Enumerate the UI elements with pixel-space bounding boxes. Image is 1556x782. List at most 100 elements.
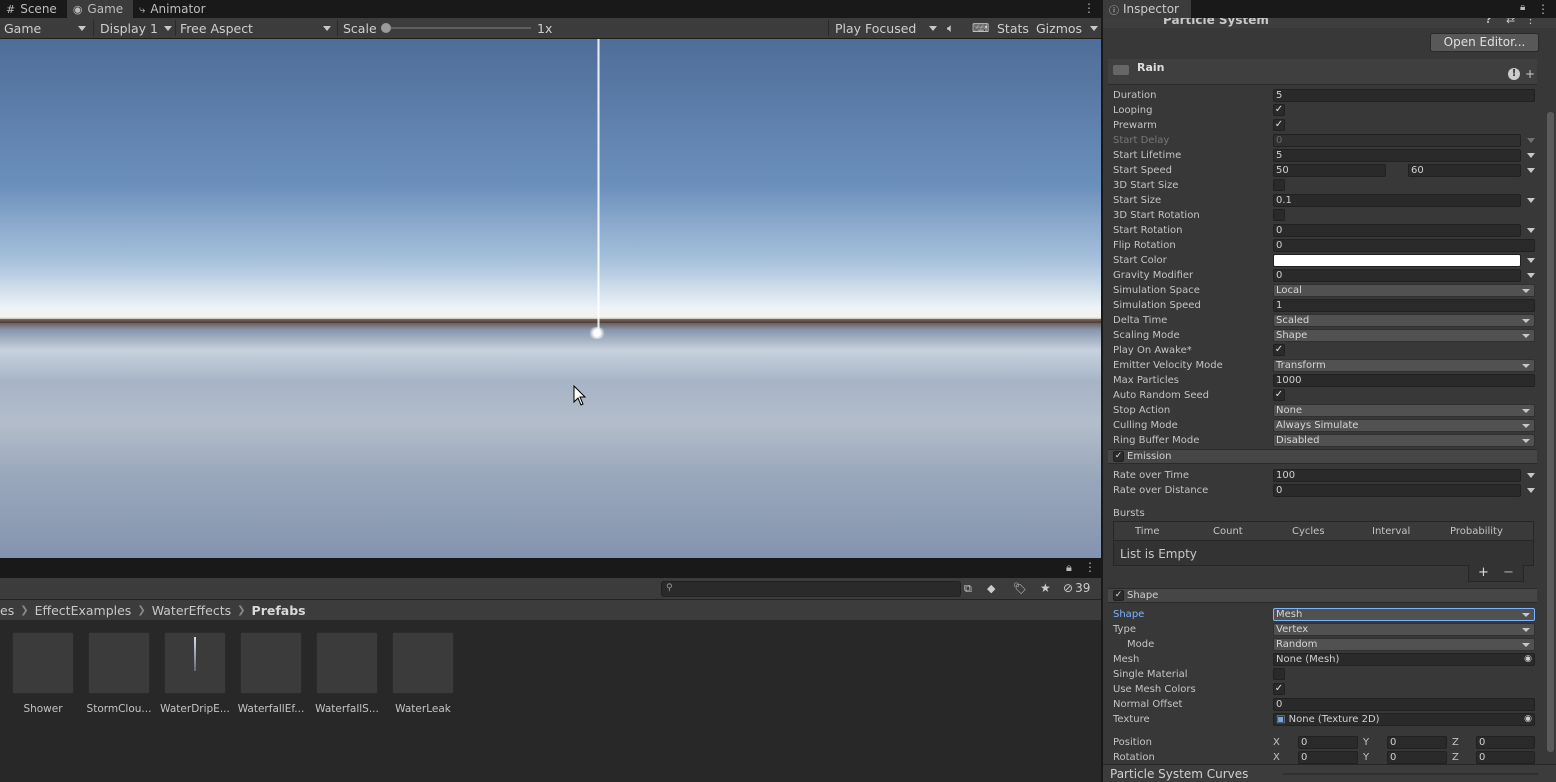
simulation-speed-field[interactable]: 1 — [1273, 299, 1535, 312]
looping-checkbox[interactable]: ✓ — [1273, 104, 1285, 116]
curve-mode-dropdown-icon[interactable] — [1527, 138, 1535, 143]
prewarm-checkbox[interactable]: ✓ — [1273, 119, 1285, 131]
position-z-field[interactable]: 0 — [1476, 736, 1535, 749]
emitter-velocity-mode-dropdown[interactable]: Transform — [1273, 359, 1535, 372]
color-mode-dropdown-icon[interactable] — [1527, 258, 1535, 263]
curve-mode-dropdown-icon[interactable] — [1527, 168, 1535, 173]
search-by-type-icon[interactable]: ⧉ — [964, 582, 972, 596]
play-on-awake-checkbox[interactable]: ✓ — [1273, 344, 1285, 356]
3d-start-size-checkbox[interactable] — [1273, 179, 1285, 191]
breadcrumb-current[interactable]: Prefabs — [252, 603, 306, 618]
component-header[interactable]: Particle System ❓︎ ⇄ ⋮ — [1103, 18, 1556, 28]
prefab-thumbnail[interactable] — [316, 632, 378, 694]
ring-buffer-mode-dropdown[interactable]: Disabled — [1273, 434, 1535, 447]
rotation-y-field[interactable]: 0 — [1387, 751, 1447, 764]
prefab-thumbnail[interactable] — [164, 632, 226, 694]
breadcrumb-item[interactable]: EffectExamples — [35, 603, 132, 618]
scaling-mode-dropdown[interactable]: Shape — [1273, 329, 1535, 342]
start-size-field[interactable]: 0.1 — [1273, 194, 1521, 207]
curve-mode-dropdown-icon[interactable] — [1527, 228, 1535, 233]
gravity-modifier-field[interactable]: 0 — [1273, 269, 1521, 282]
curve-mode-dropdown-icon[interactable] — [1527, 153, 1535, 158]
breadcrumb-item[interactable]: es — [0, 603, 14, 618]
resize-handle[interactable] — [1283, 773, 1538, 775]
auto-random-seed-checkbox[interactable]: ✓ — [1273, 389, 1285, 401]
tab-menu-icon[interactable]: ⋮ — [1083, 1, 1095, 15]
culling-mode-dropdown[interactable]: Always Simulate — [1273, 419, 1535, 432]
curve-mode-dropdown-icon[interactable] — [1527, 198, 1535, 203]
mesh-object-field[interactable]: None (Mesh) ◉ — [1273, 653, 1535, 666]
project-search-input[interactable]: ⚲ — [661, 581, 961, 597]
hidden-packages-toggle[interactable]: ⊘ 39 — [1063, 581, 1090, 595]
stop-action-dropdown[interactable]: None — [1273, 404, 1535, 417]
delta-time-dropdown[interactable]: Scaled — [1273, 314, 1535, 327]
add-module-icon[interactable]: + — [1525, 68, 1535, 80]
shape-header[interactable]: ✓ Shape — [1108, 588, 1537, 603]
preset-icon[interactable]: ⇄ — [1506, 18, 1515, 26]
max-particles-field[interactable]: 1000 — [1273, 374, 1535, 387]
prefab-thumbnail[interactable] — [240, 632, 302, 694]
game-viewport[interactable] — [0, 39, 1101, 558]
audio-mute-icon[interactable]: 🔈︎ — [947, 18, 954, 38]
simulation-space-dropdown[interactable]: Local — [1273, 284, 1535, 297]
lock-icon[interactable]: 🔒︎ — [1520, 2, 1525, 13]
start-rotation-field[interactable]: 0 — [1273, 224, 1521, 237]
stats-button[interactable]: Stats — [997, 18, 1029, 38]
texture-object-field[interactable]: ▣ None (Texture 2D) ◉ — [1273, 713, 1535, 726]
rate-over-distance-field[interactable]: 0 — [1273, 484, 1521, 497]
position-x-field[interactable]: 0 — [1298, 736, 1358, 749]
label-tag-icon[interactable]: 🏷︎ — [1013, 582, 1027, 595]
view-mode-dropdown[interactable]: Game — [4, 18, 88, 38]
tab-game[interactable]: ◉ Game — [66, 0, 134, 18]
start-speed-max-field[interactable]: 60 — [1408, 164, 1521, 177]
curve-mode-dropdown-icon[interactable] — [1527, 273, 1535, 278]
panel-menu-icon[interactable]: ⋮ — [1537, 2, 1549, 16]
prefab-thumbnail[interactable] — [392, 632, 454, 694]
keyboard-icon[interactable]: ⌨︎ — [972, 18, 989, 38]
particle-curves-panel-header[interactable]: Particle System Curves — [1103, 764, 1556, 782]
remove-burst-icon[interactable]: − — [1503, 565, 1514, 580]
play-mode-dropdown[interactable]: Play Focused — [835, 18, 937, 38]
tab-scene[interactable]: # Scene — [0, 0, 67, 18]
add-burst-icon[interactable]: + — [1478, 565, 1489, 580]
aspect-dropdown[interactable]: Free Aspect — [180, 18, 331, 38]
curve-mode-dropdown-icon[interactable] — [1527, 488, 1535, 493]
particle-system-header[interactable]: Rain ! + — [1108, 59, 1537, 85]
3d-start-rotation-checkbox[interactable] — [1273, 209, 1285, 221]
duration-field[interactable]: 5 — [1273, 89, 1535, 102]
flip-rotation-field[interactable]: 0 — [1273, 239, 1535, 252]
panel-menu-icon[interactable]: ⋮ — [1084, 560, 1096, 574]
inspector-scrollbar[interactable] — [1547, 112, 1554, 752]
start-delay-field[interactable]: 0 — [1273, 134, 1521, 147]
prefab-thumbnail[interactable] — [12, 632, 74, 694]
type-dropdown[interactable]: Vertex — [1273, 623, 1535, 636]
gizmos-dropdown[interactable]: Gizmos — [1036, 18, 1098, 38]
module-enabled-checkbox[interactable]: ✓ — [1113, 590, 1124, 601]
start-speed-min-field[interactable]: 50 — [1273, 164, 1386, 177]
rotation-x-field[interactable]: 0 — [1298, 751, 1358, 764]
curve-mode-dropdown-icon[interactable] — [1527, 473, 1535, 478]
tab-animator[interactable]: ⤷ Animator — [133, 0, 215, 18]
breadcrumb-item[interactable]: WaterEffects — [152, 603, 231, 618]
single-material-checkbox[interactable] — [1273, 668, 1285, 680]
normal-offset-field[interactable]: 0 — [1273, 698, 1535, 711]
mode-dropdown[interactable]: Random — [1273, 638, 1535, 651]
start-color-swatch[interactable] — [1273, 254, 1521, 267]
display-dropdown[interactable]: Display 1 — [100, 18, 172, 38]
use-mesh-colors-checkbox[interactable]: ✓ — [1273, 683, 1285, 695]
module-enabled-checkbox[interactable]: ✓ — [1113, 451, 1124, 462]
start-lifetime-field[interactable]: 5 — [1273, 149, 1521, 162]
open-editor-button[interactable]: Open Editor... — [1430, 33, 1539, 52]
scale-slider-track[interactable] — [385, 27, 531, 29]
filter-type-icon[interactable]: ◆ — [987, 582, 995, 595]
favorites-star-icon[interactable]: ★ — [1040, 581, 1051, 595]
context-menu-icon[interactable]: ⋮ — [1525, 18, 1536, 26]
position-y-field[interactable]: 0 — [1387, 736, 1447, 749]
tab-inspector[interactable]: ⓘ Inspector — [1103, 0, 1191, 18]
help-icon[interactable]: ❓︎ — [1485, 18, 1492, 27]
scale-slider-handle[interactable] — [381, 23, 391, 33]
lock-icon[interactable]: 🔒︎ — [1066, 561, 1072, 575]
object-picker-icon[interactable]: ◉ — [1524, 714, 1532, 725]
prefab-thumbnail[interactable] — [88, 632, 150, 694]
object-picker-icon[interactable]: ◉ — [1524, 654, 1532, 665]
